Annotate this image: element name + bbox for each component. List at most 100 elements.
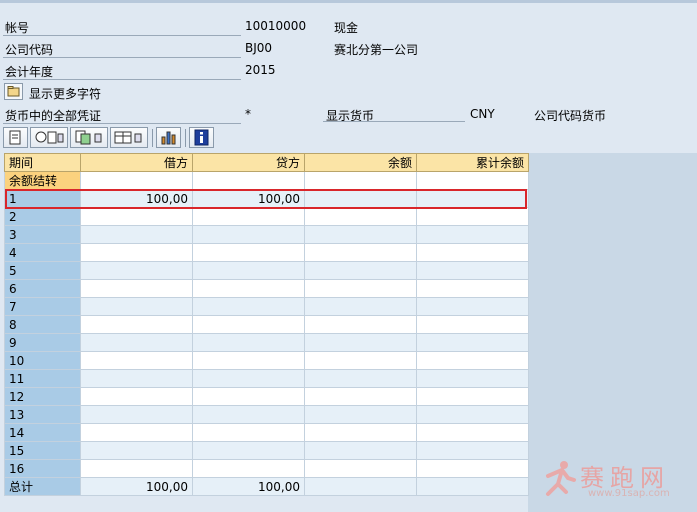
chart-icon[interactable] [156, 127, 181, 148]
balance-cell[interactable] [304, 423, 417, 442]
total-debit-cell[interactable]: 100,00 [80, 477, 193, 496]
cumulative-cell[interactable] [416, 189, 529, 208]
debit-cell[interactable] [80, 243, 193, 262]
credit-cell[interactable] [192, 459, 305, 478]
debit-cell[interactable] [80, 333, 193, 352]
column-header-debit[interactable]: 借方 [80, 153, 193, 172]
period-cell[interactable]: 6 [4, 279, 81, 298]
table-row[interactable]: 11 [4, 369, 529, 388]
cumulative-cell[interactable] [416, 423, 529, 442]
detail-view-icon[interactable] [30, 127, 68, 148]
debit-cell[interactable] [80, 261, 193, 280]
balance-cell[interactable] [304, 333, 417, 352]
cumulative-cell[interactable] [416, 441, 529, 460]
balance-cell[interactable] [304, 171, 417, 190]
period-cell[interactable]: 1 [4, 189, 81, 208]
credit-cell[interactable] [192, 243, 305, 262]
credit-cell[interactable]: 100,00 [192, 189, 305, 208]
debit-cell[interactable] [80, 423, 193, 442]
debit-cell[interactable] [80, 297, 193, 316]
balance-cell[interactable] [304, 369, 417, 388]
debit-cell[interactable] [80, 225, 193, 244]
balance-cell[interactable] [304, 387, 417, 406]
balance-cell[interactable] [304, 459, 417, 478]
table-row[interactable]: 10 [4, 351, 529, 370]
credit-cell[interactable] [192, 279, 305, 298]
total-label[interactable]: 总计 [4, 477, 81, 496]
credit-cell[interactable] [192, 351, 305, 370]
period-cell[interactable]: 3 [4, 225, 81, 244]
balance-cell[interactable] [304, 189, 417, 208]
table-row[interactable]: 2 [4, 207, 529, 226]
credit-cell[interactable] [192, 333, 305, 352]
cumulative-cell[interactable] [416, 225, 529, 244]
debit-cell[interactable] [80, 279, 193, 298]
column-header-period[interactable]: 期间 [4, 153, 81, 172]
table-row[interactable]: 1 100,00 100,00 [4, 189, 529, 208]
total-balance-cell[interactable] [304, 477, 417, 496]
table-row[interactable]: 5 [4, 261, 529, 280]
credit-cell[interactable] [192, 423, 305, 442]
credit-cell[interactable] [192, 225, 305, 244]
column-header-balance[interactable]: 余额 [304, 153, 417, 172]
period-cell[interactable]: 12 [4, 387, 81, 406]
cumulative-cell[interactable] [416, 297, 529, 316]
balance-cell[interactable] [304, 243, 417, 262]
debit-cell[interactable] [80, 315, 193, 334]
period-cell[interactable]: 15 [4, 441, 81, 460]
cumulative-cell[interactable] [416, 405, 529, 424]
balance-cell[interactable] [304, 405, 417, 424]
credit-cell[interactable] [192, 315, 305, 334]
credit-cell[interactable] [192, 261, 305, 280]
table-row[interactable]: 15 [4, 441, 529, 460]
table-row[interactable]: 9 [4, 333, 529, 352]
debit-cell[interactable] [80, 171, 193, 190]
cumulative-cell[interactable] [416, 459, 529, 478]
balance-cell[interactable] [304, 351, 417, 370]
cumulative-cell[interactable] [416, 171, 529, 190]
balance-cell[interactable] [304, 225, 417, 244]
period-cell[interactable]: 16 [4, 459, 81, 478]
credit-cell[interactable] [192, 297, 305, 316]
period-cell[interactable]: 5 [4, 261, 81, 280]
cumulative-cell[interactable] [416, 261, 529, 280]
debit-cell[interactable] [80, 387, 193, 406]
info-icon[interactable] [189, 127, 214, 148]
debit-cell[interactable] [80, 405, 193, 424]
debit-cell[interactable] [80, 441, 193, 460]
debit-cell[interactable] [80, 459, 193, 478]
period-cell[interactable]: 4 [4, 243, 81, 262]
cumulative-cell[interactable] [416, 387, 529, 406]
credit-cell[interactable] [192, 207, 305, 226]
balance-cell[interactable] [304, 279, 417, 298]
cumulative-cell[interactable] [416, 243, 529, 262]
show-more-chars-button[interactable] [4, 83, 23, 100]
total-cumulative-cell[interactable] [416, 477, 529, 496]
table-row[interactable]: 3 [4, 225, 529, 244]
period-cell[interactable]: 7 [4, 297, 81, 316]
credit-cell[interactable] [192, 405, 305, 424]
document-icon[interactable] [3, 127, 28, 148]
carry-forward-label[interactable]: 余额结转 [4, 171, 81, 190]
table-row[interactable]: 13 [4, 405, 529, 424]
total-row[interactable]: 总计 100,00 100,00 [4, 477, 529, 496]
layout-icon[interactable] [110, 127, 148, 148]
debit-cell[interactable] [80, 351, 193, 370]
table-row[interactable]: 12 [4, 387, 529, 406]
table-row[interactable]: 4 [4, 243, 529, 262]
debit-cell[interactable] [80, 207, 193, 226]
debit-cell[interactable] [80, 369, 193, 388]
table-row[interactable]: 7 [4, 297, 529, 316]
balance-cell[interactable] [304, 441, 417, 460]
cumulative-cell[interactable] [416, 207, 529, 226]
carry-forward-row[interactable]: 余额结转 [4, 171, 529, 190]
period-cell[interactable]: 11 [4, 369, 81, 388]
balance-cell[interactable] [304, 261, 417, 280]
period-cell[interactable]: 8 [4, 315, 81, 334]
total-credit-cell[interactable]: 100,00 [192, 477, 305, 496]
copy-icon[interactable] [70, 127, 108, 148]
cumulative-cell[interactable] [416, 351, 529, 370]
credit-cell[interactable] [192, 369, 305, 388]
credit-cell[interactable] [192, 171, 305, 190]
balance-cell[interactable] [304, 207, 417, 226]
